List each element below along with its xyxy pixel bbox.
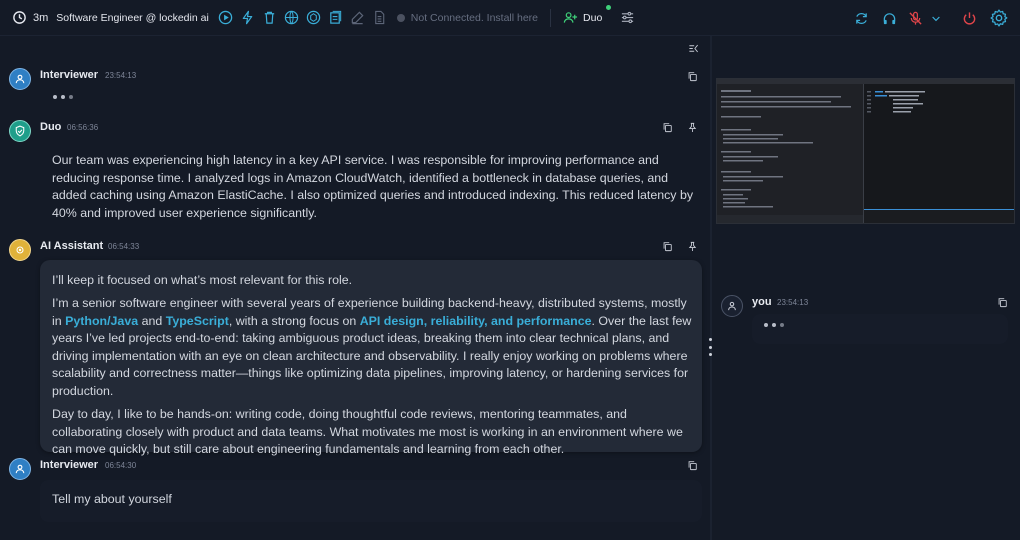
pin-icon[interactable] [685,120,699,134]
response-paragraph: Day to day, I like to be hands-on: writi… [52,407,683,457]
globe-icon[interactable] [283,9,301,27]
typing-indicator [53,95,73,99]
message-timestamp: 23:54:13 [105,71,137,80]
message-timestamp: 06:56:36 [67,123,99,132]
connection-status-dot [396,13,405,22]
clock-icon [10,9,28,27]
toolbar-separator [550,8,552,27]
message-text: Our team was experiencing high latency i… [52,153,694,220]
shared-screen-image [717,79,1014,223]
message-timestamp: 06:54:33 [108,242,140,251]
copy-icon[interactable] [685,69,699,83]
user-icon [728,301,736,311]
side-pane: you 23:54:13 [688,36,1020,540]
avatar [9,239,31,261]
openai-icon[interactable] [305,9,323,27]
elapsed-time: 3m [33,11,49,24]
assistant-response-text: I’ll keep it focused on what’s most rele… [52,272,692,459]
message-timestamp: 23:54:13 [777,298,809,307]
text-run: and [141,313,163,328]
highlight-python-java: Python/Java [65,313,139,328]
top-toolbar: 3m Software Engineer @ lockedin ai Not C… [0,0,1020,36]
avatar [721,295,743,317]
highlight-typescript: TypeScript [165,313,229,328]
shield-icon [15,125,25,137]
copy-icon[interactable] [685,458,699,472]
avatar [9,458,31,480]
file-icon[interactable] [371,9,389,27]
typing-indicator [764,323,784,327]
avatar [9,120,31,142]
sliders-icon[interactable] [618,9,636,27]
avatar [9,68,31,90]
message-text: Tell my about yourself [52,492,172,506]
user-icon [15,74,25,84]
power-icon[interactable] [960,9,978,27]
screen-share-preview[interactable] [716,78,1015,224]
speaker-name: you [752,296,772,308]
speaker-name: Interviewer [40,459,99,471]
headphones-icon[interactable] [880,9,898,27]
chat-pane[interactable]: Interviewer 23:54:13 Duo 06:56:36 Our te… [0,36,710,540]
edit-icon[interactable] [349,9,367,27]
user-icon [15,464,25,474]
elapsed-timer: 3m [10,9,48,27]
pin-icon[interactable] [685,239,699,253]
copy-icon[interactable] [660,120,674,134]
add-user-icon [561,9,579,27]
duo-online-indicator [606,4,612,10]
text-run: , with a strong focus on [228,313,357,328]
response-paragraph: I’m a senior software engineer with seve… [52,295,692,401]
copy-icon[interactable] [995,295,1009,309]
session-title: Software Engineer @ lockedin ai [56,11,209,24]
microphone-muted-icon[interactable] [906,9,924,27]
speaker-name: AI Assistant [40,240,104,252]
document-stack-icon[interactable] [327,9,345,27]
toolbar-right [850,0,1012,36]
refresh-icon[interactable] [852,9,870,27]
copy-icon[interactable] [660,239,674,253]
response-intro: I’ll keep it focused on what’s most rele… [52,273,353,287]
lightning-icon[interactable] [239,9,257,27]
duo-button[interactable]: Duo [555,4,612,30]
collapse-panel-icon[interactable] [685,40,701,56]
chevron-down-icon[interactable] [930,9,942,27]
message-timestamp: 06:54:30 [105,461,137,470]
toolbar-left: 3m Software Engineer @ lockedin ai Not C… [10,0,638,36]
duo-label: Duo [583,11,603,24]
speaker-name: Duo [40,121,62,133]
highlight-api-design: API design, reliability, and performance [359,313,592,328]
message-bubble [752,314,1008,344]
speaker-name: Interviewer [40,69,99,81]
trash-icon[interactable] [261,9,279,27]
sparkle-icon [16,246,24,254]
play-icon[interactable] [217,9,235,27]
connection-status[interactable]: Not Connected. Install here [411,12,538,24]
gear-icon[interactable] [988,7,1010,29]
